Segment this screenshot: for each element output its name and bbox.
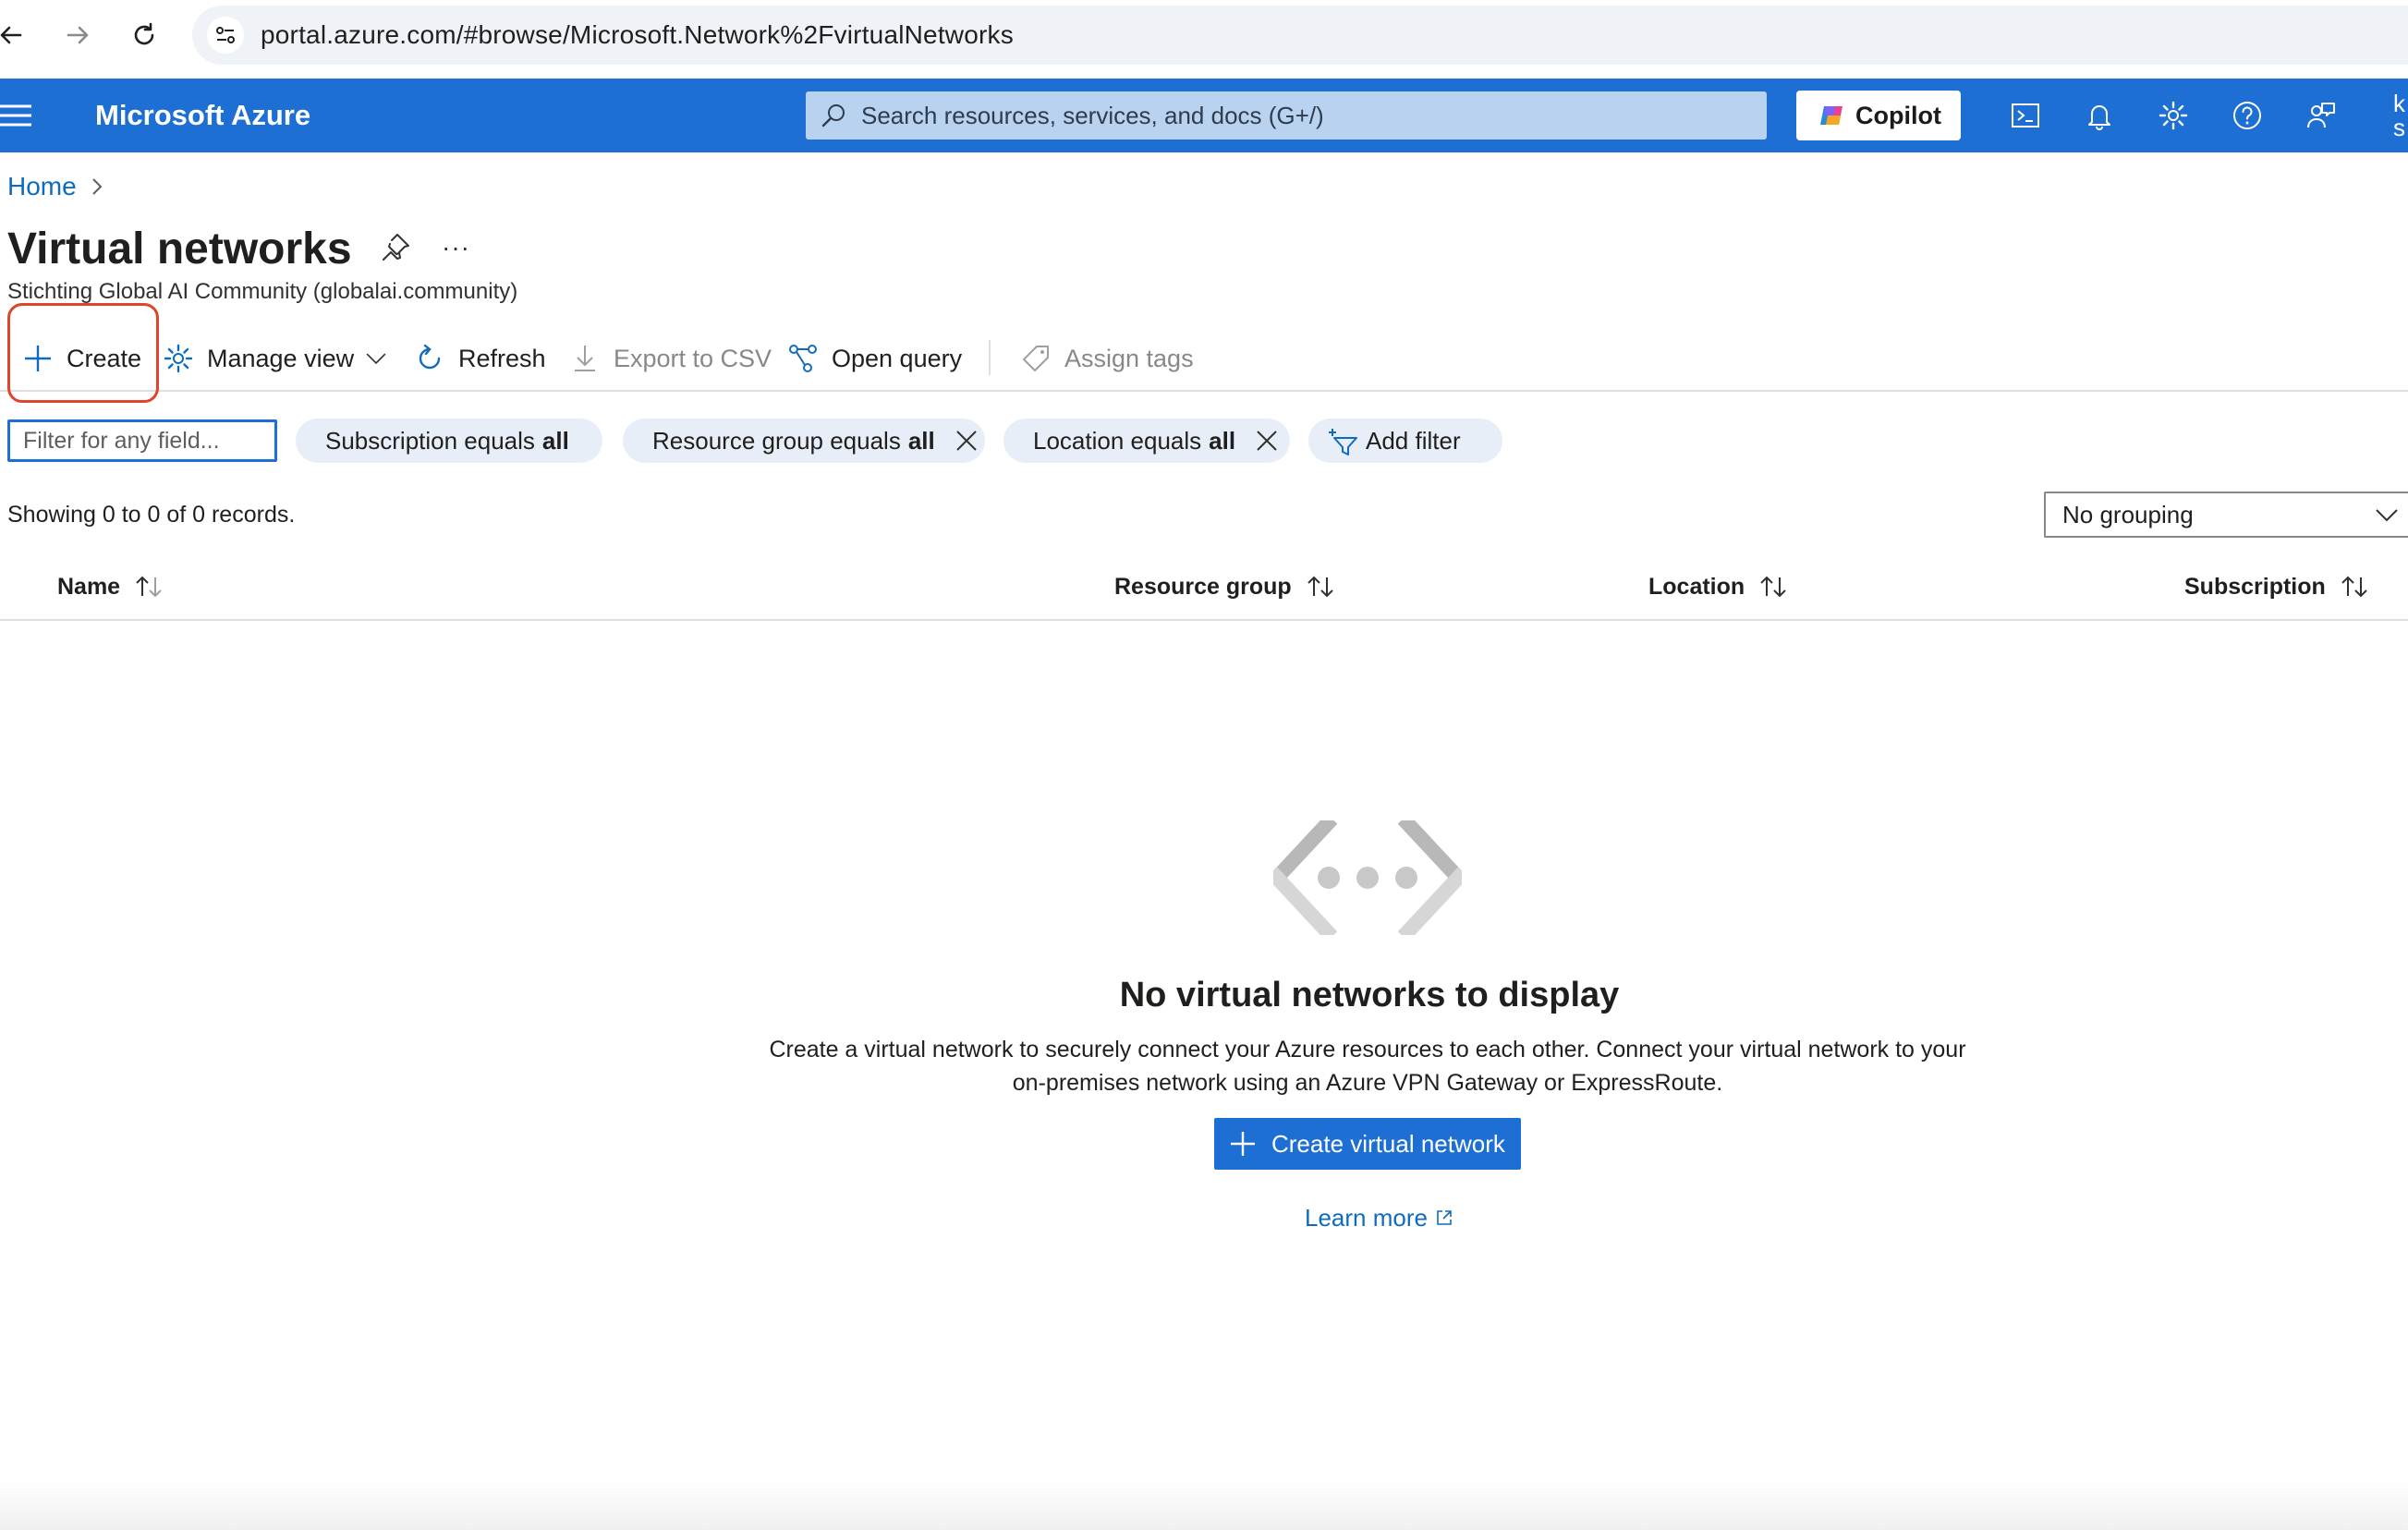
cloud-shell-icon[interactable] [2007,97,2044,134]
chevron-right-icon [91,178,103,195]
breadcrumb-home-link[interactable]: Home [7,170,77,203]
refresh-icon [419,344,441,370]
refresh-button[interactable]: Refresh [414,340,546,377]
grouping-value: No grouping [2062,501,2194,528]
page-title: Virtual networks [7,225,352,273]
add-filter-icon [1329,429,1357,455]
chevron-down-icon [2376,509,2398,522]
empty-state-description: Create a virtual network to securely con… [769,1037,1966,1096]
location-filter-value: all [1209,426,1236,455]
assign-tags-button[interactable]: Assign tags [1020,340,1194,377]
url-text[interactable]: portal.azure.com/#browse/Microsoft.Netwo… [261,17,1014,54]
toolbar-divider [989,340,991,375]
feedback-icon[interactable] [2303,97,2340,134]
sort-icon[interactable] [1305,574,1336,600]
tag-icon [1023,346,1049,371]
bottom-edge [0,1478,2408,1530]
records-summary: Showing 0 to 0 of 0 records. [7,502,296,528]
copilot-label: Copilot [1855,102,1941,129]
empty-state-title: No virtual networks to display [1119,976,1620,1014]
open-query-button[interactable]: Open query [787,340,962,377]
column-header-subscription[interactable]: Subscription [2184,571,2370,602]
filter-input[interactable] [7,419,277,462]
resource-group-filter-value: all [907,426,935,455]
copilot-button[interactable]: Copilot [1796,91,1961,140]
resource-group-filter-pill[interactable]: Resource group equals all [623,419,985,463]
column-header-location[interactable]: Location [1648,571,1789,602]
command-bar: Create Manage view Refresh Export to CSV… [0,323,2408,392]
pin-icon[interactable] [379,231,412,264]
search-placeholder: Search resources, services, and docs (G+… [861,102,1324,129]
plus-icon [1231,1132,1255,1156]
table-header: Name Resource group Location Subscriptio… [0,554,2408,621]
assign-tags-label: Assign tags [1064,344,1194,372]
account-initials[interactable]: ks [2393,91,2405,140]
gear-icon [164,344,193,373]
create-virtual-network-label: Create virtual network [1271,1129,1505,1158]
manage-view-label: Manage view [207,344,355,372]
brand-title[interactable]: Microsoft Azure [95,97,310,134]
hamburger-menu-icon[interactable] [0,103,31,128]
open-query-label: Open query [832,344,963,372]
remove-filter-close-icon[interactable] [954,428,979,454]
add-filter-button[interactable]: Add filter [1308,419,1502,463]
site-info-icon[interactable] [207,17,244,54]
location-filter-pill[interactable]: Location equals all [1003,419,1290,463]
sort-icon[interactable] [2339,574,2370,600]
forward-arrow-icon[interactable] [59,17,96,54]
breadcrumb: Home [7,170,104,203]
azure-top-bar: Microsoft Azure Search resources, servic… [0,79,2408,152]
column-header-resource-group[interactable]: Resource group [1114,571,1336,602]
external-link-icon [1437,1210,1452,1225]
settings-gear-icon[interactable] [2155,97,2192,134]
chevron-down-icon [366,353,386,365]
notifications-bell-icon[interactable] [2081,97,2118,134]
back-arrow-icon[interactable] [0,17,30,54]
create-highlight-annotation [7,303,159,403]
query-graph-icon [789,345,817,372]
learn-more-link[interactable]: Learn more [1305,1201,1453,1234]
filter-text-field[interactable] [10,422,274,459]
subscription-filter-value: all [541,426,569,455]
create-virtual-network-button[interactable]: Create virtual network [1214,1118,1521,1170]
grouping-dropdown[interactable]: No grouping [2044,492,2408,538]
remove-filter-close-icon[interactable] [1254,428,1280,454]
resource-group-filter-label: Resource group equals [652,426,901,455]
export-csv-label: Export to CSV [614,344,772,372]
reload-icon[interactable] [126,17,163,54]
refresh-label: Refresh [458,344,546,372]
browser-toolbar: portal.azure.com/#browse/Microsoft.Netwo… [0,0,2408,79]
more-options-icon[interactable]: ··· [442,231,470,264]
subscription-filter-label: Subscription equals [325,426,535,455]
help-icon[interactable] [2229,97,2266,134]
search-icon [821,104,845,128]
manage-view-button[interactable]: Manage view [163,340,389,377]
location-filter-label: Location equals [1033,426,1202,455]
column-header-name[interactable]: Name [57,571,164,602]
sort-icon[interactable] [1757,574,1789,600]
add-filter-label: Add filter [1366,426,1461,455]
copilot-logo-icon [1820,106,1842,125]
download-icon [575,346,595,371]
virtual-network-icon [1273,820,1462,935]
subscription-filter-pill[interactable]: Subscription equals all [296,419,602,463]
sort-ascending-icon[interactable] [133,574,164,600]
export-csv-button[interactable]: Export to CSV [569,340,772,377]
global-search-input[interactable]: Search resources, services, and docs (G+… [806,91,1767,140]
